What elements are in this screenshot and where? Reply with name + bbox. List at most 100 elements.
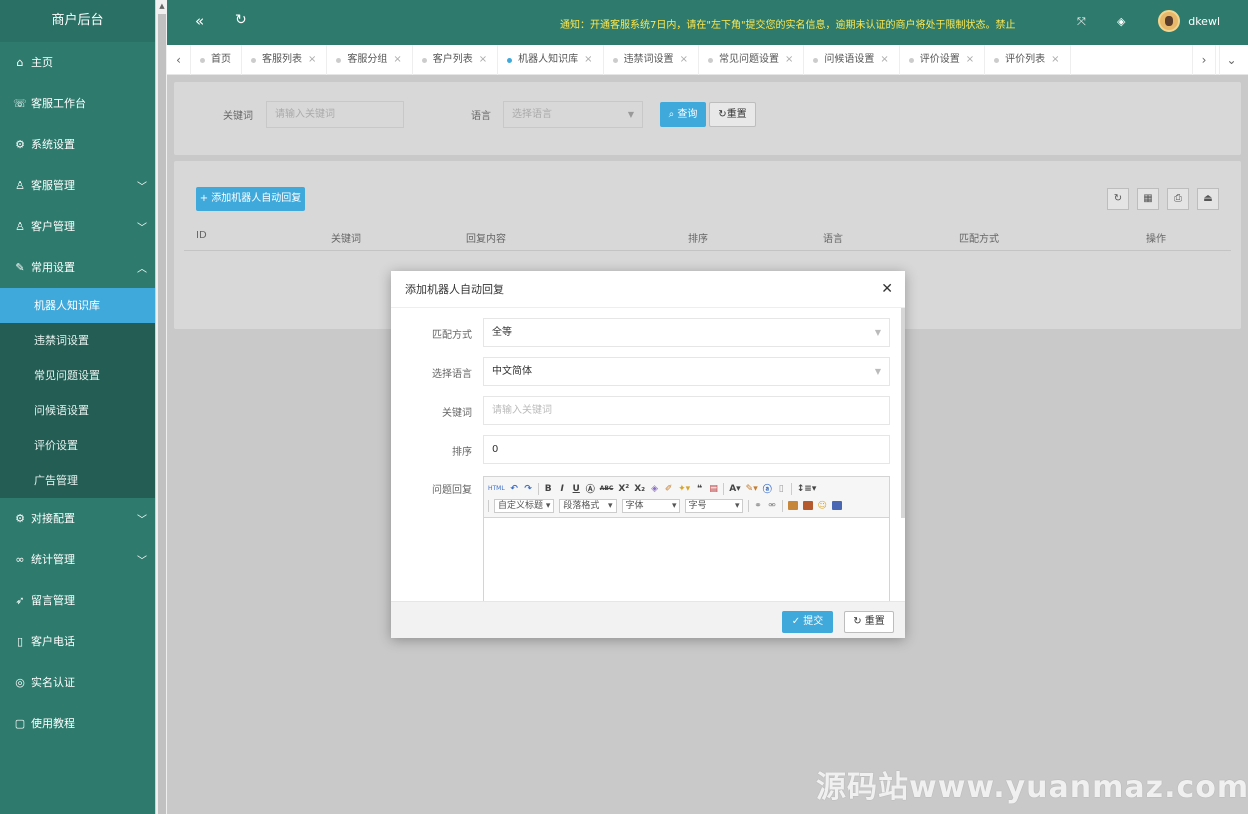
keyword-input[interactable]: 请输入关键词 [483, 396, 890, 425]
format-brush-icon[interactable]: ✐ [664, 484, 673, 494]
sidebar-item-tutorial[interactable]: ▢ 使用教程 [0, 703, 155, 744]
font-family-select[interactable]: 字体 ▾ [621, 498, 680, 513]
sidebar-item-customer-mgmt[interactable]: ♙ 客户管理 ﹀ [0, 206, 155, 247]
sidebar-sub-greeting[interactable]: 问候语设置 [0, 393, 155, 428]
lang-select[interactable]: 中文简体 ▼ [483, 357, 890, 386]
close-icon[interactable]: × [785, 54, 793, 65]
chevron-down-icon: ﹀ [137, 182, 147, 193]
font-border-icon[interactable]: Ⓐ [586, 482, 595, 495]
strikethrough-icon[interactable]: ABC [600, 485, 614, 492]
tab-home[interactable]: 首页 [191, 45, 242, 75]
chevron-down-icon: ﹀ [137, 556, 147, 567]
close-icon[interactable]: × [680, 54, 688, 65]
collapse-menu-icon[interactable]: « [195, 12, 204, 30]
tab-banned-words[interactable]: 违禁词设置 × [604, 45, 699, 75]
layers-icon[interactable]: ◈ [1117, 15, 1125, 28]
users-icon: ♙ [15, 220, 25, 233]
fullscreen-icon[interactable]: ⤧ [1077, 15, 1086, 29]
tab-robot-kb[interactable]: 机器人知识库 × [498, 45, 604, 75]
tab-rating-list[interactable]: 评价列表 × [985, 45, 1071, 75]
sidebar-item-service-mgmt[interactable]: ♙ 客服管理 ﹀ [0, 165, 155, 206]
user-menu[interactable]: dkewl [1158, 10, 1220, 32]
search-reset-button[interactable]: ↻重置 [709, 102, 756, 127]
tab-more-icon[interactable]: ⌄ [1219, 45, 1243, 75]
add-robot-reply-button[interactable]: + 添加机器人自动回复 [196, 187, 305, 211]
close-icon[interactable]: × [584, 54, 592, 65]
superscript-icon[interactable]: X² [618, 484, 629, 494]
link-icon[interactable]: ⚭ [754, 501, 763, 511]
sidebar-item-workbench[interactable]: ☏ 客服工作台 [0, 83, 155, 124]
refresh-icon[interactable]: ↻ [235, 12, 247, 28]
quote-icon[interactable]: ❝ [695, 484, 704, 494]
tab-customer-list[interactable]: 客户列表 × [413, 45, 499, 75]
print-icon[interactable]: ⎙ [1167, 188, 1189, 210]
sidebar-sub-rating[interactable]: 评价设置 [0, 428, 155, 463]
video-icon[interactable] [831, 501, 842, 510]
sidebar-item-phone[interactable]: ▯ 客户电话 [0, 621, 155, 662]
avatar[interactable] [1158, 10, 1181, 32]
bold-icon[interactable]: B [544, 484, 553, 494]
sidebar-sub-faq[interactable]: 常见问题设置 [0, 358, 155, 393]
sidebar-sub-banned-words[interactable]: 违禁词设置 [0, 323, 155, 358]
image-icon[interactable] [787, 501, 798, 510]
multi-image-icon[interactable] [802, 501, 813, 510]
export-icon[interactable]: ⏏ [1197, 188, 1219, 210]
chevron-down-icon: ▼ [874, 328, 881, 337]
scrollbar-thumb[interactable] [158, 14, 166, 814]
close-icon[interactable]: × [479, 54, 487, 65]
unlink-icon[interactable]: ⚮ [768, 501, 777, 511]
underline-icon[interactable]: U [572, 484, 581, 494]
tab-greeting[interactable]: 问候语设置 × [804, 45, 900, 75]
paste-icon[interactable]: ▤ [709, 484, 718, 494]
columns-icon[interactable]: ▦ [1137, 188, 1159, 210]
tab-prev-icon[interactable]: ‹ [167, 45, 191, 75]
highlight-icon[interactable]: ✎▾ [746, 484, 758, 494]
italic-icon[interactable]: I [558, 484, 567, 494]
heading-select[interactable]: 自定义标题 ▾ [494, 498, 555, 513]
close-icon[interactable]: × [308, 54, 316, 65]
close-icon[interactable]: × [1051, 54, 1059, 65]
html-source-icon[interactable]: HTML [488, 485, 505, 492]
sidebar-item-home[interactable]: ⌂ 主页 [0, 42, 155, 83]
tab-faq[interactable]: 常见问题设置 × [699, 45, 805, 75]
sort-input[interactable]: 0 [483, 435, 890, 464]
font-color-icon[interactable]: A▾ [729, 484, 740, 494]
emoji-icon[interactable]: ☺ [818, 501, 827, 511]
sidebar-item-common-settings[interactable]: ✎ 常用设置 ︿ [0, 247, 155, 288]
submit-button[interactable]: ✓ 提交 [782, 611, 833, 633]
close-icon[interactable]: ✕ [881, 271, 893, 308]
line-height-icon[interactable]: ↕≡▾ [797, 484, 817, 494]
sidebar-item-system[interactable]: ⚙ 系统设置 [0, 124, 155, 165]
rich-text-editor[interactable]: HTML ↶ ↷ B I U Ⓐ ABC X² X₂ ◈ ✐ ✦▾ ❝ ▤ A▾… [483, 476, 890, 601]
sidebar-item-messages[interactable]: ➶ 留言管理 [0, 580, 155, 621]
sidebar-sub-ads[interactable]: 广告管理 [0, 463, 155, 498]
sidebar-scrollbar[interactable]: ▲ [155, 0, 167, 814]
sidebar-item-statistics[interactable]: ∞ 统计管理 ﹀ [0, 539, 155, 580]
username[interactable]: dkewl [1188, 15, 1220, 28]
tab-service-group[interactable]: 客服分组 × [327, 45, 413, 75]
refresh-table-icon[interactable]: ↻ [1107, 188, 1129, 210]
subscript-icon[interactable]: X₂ [634, 484, 645, 494]
sidebar-sub-robot-kb[interactable]: 机器人知识库 [0, 288, 155, 323]
tab-service-list[interactable]: 客服列表 × [242, 45, 328, 75]
auto-format-icon[interactable]: ✦▾ [678, 484, 690, 494]
sidebar-item-verification[interactable]: ◎ 实名认证 [0, 662, 155, 703]
keyword-search-input[interactable]: 请输入关键词 [266, 101, 404, 128]
query-button[interactable]: ⌕ 查询 [660, 102, 706, 127]
eraser-icon[interactable]: ◈ [650, 484, 659, 494]
tab-rating-settings[interactable]: 评价设置 × [900, 45, 986, 75]
paragraph-select[interactable]: 段落格式 ▾ [559, 498, 617, 513]
tab-next-icon[interactable]: › [1192, 45, 1216, 75]
font-size-select[interactable]: 字号 ▾ [684, 498, 743, 513]
redo-icon[interactable]: ↷ [524, 484, 533, 494]
close-icon[interactable]: × [880, 54, 888, 65]
sidebar-item-integration[interactable]: ⚙ 对接配置 ﹀ [0, 498, 155, 539]
match-select[interactable]: 全等 ▼ [483, 318, 890, 347]
lang-select[interactable]: 选择语言 ▼ [503, 101, 643, 128]
undo-icon[interactable]: ↶ [510, 484, 519, 494]
modal-reset-button[interactable]: ↻ 重置 [844, 611, 894, 633]
text-box-icon[interactable]: ⓐ [763, 482, 772, 495]
close-icon[interactable]: × [393, 54, 401, 65]
page-icon[interactable]: ▯ [777, 484, 786, 494]
close-icon[interactable]: × [966, 54, 974, 65]
